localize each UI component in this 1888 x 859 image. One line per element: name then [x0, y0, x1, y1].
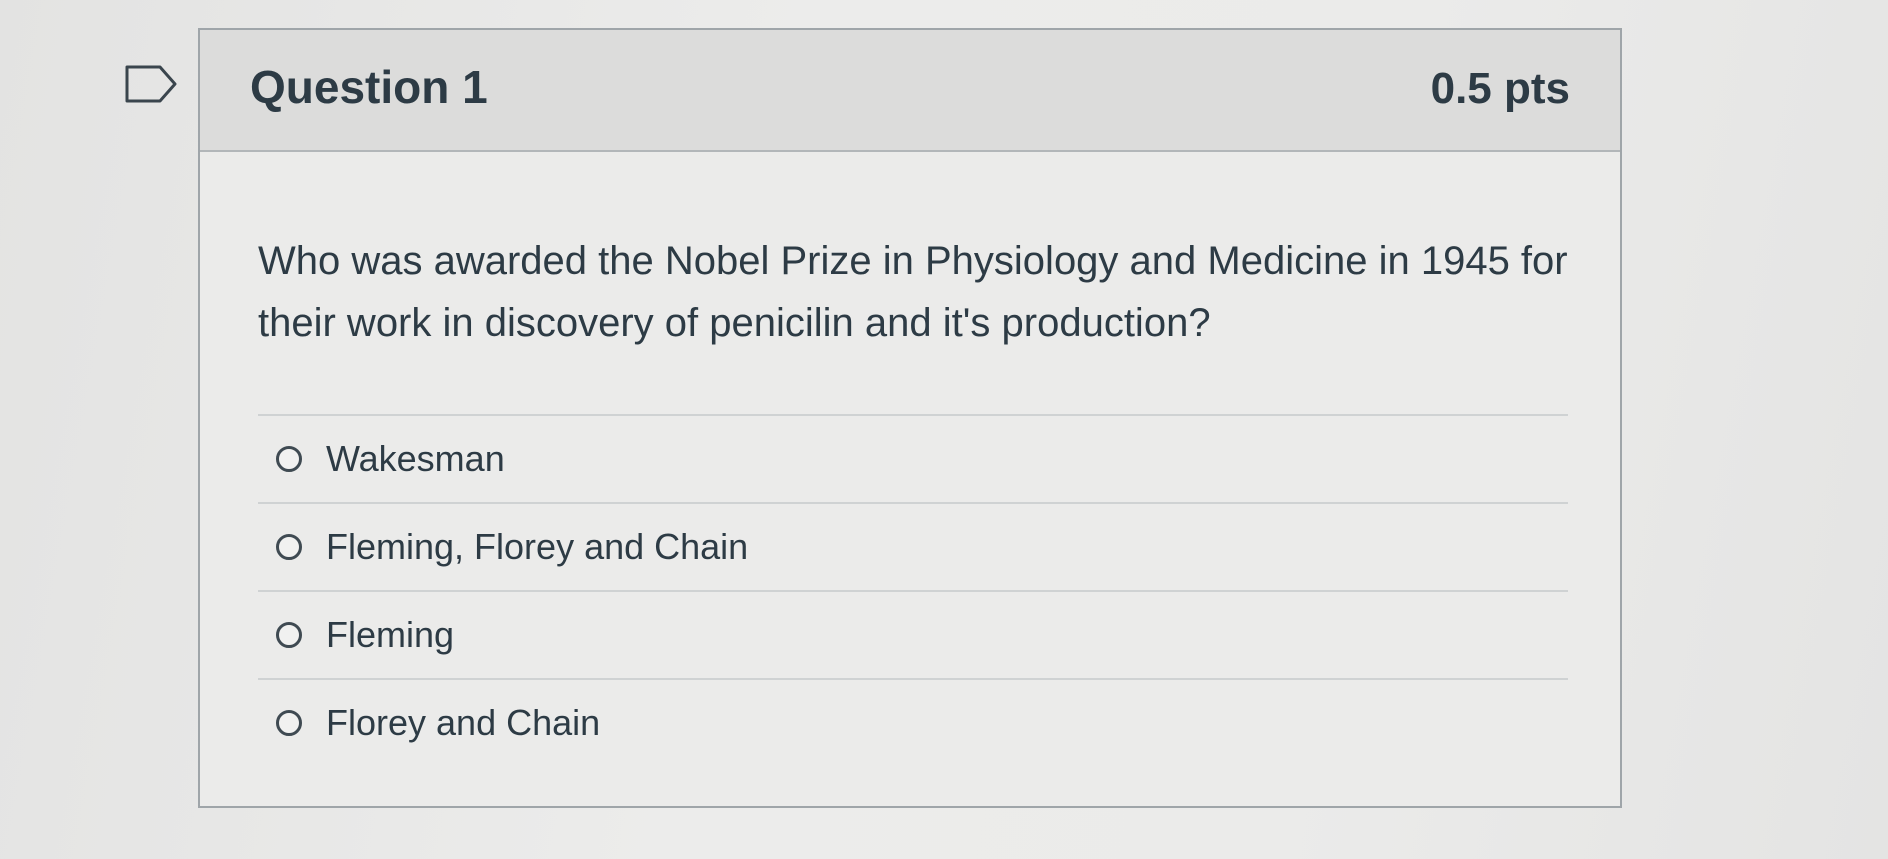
answer-option[interactable]: Wakesman [258, 416, 1568, 504]
question-card: Question 1 0.5 pts Who was awarded the N… [198, 28, 1622, 808]
radio-button[interactable] [276, 710, 302, 736]
answer-option[interactable]: Fleming [258, 592, 1568, 680]
flag-question-icon[interactable] [124, 64, 178, 104]
question-header: Question 1 0.5 pts [200, 30, 1620, 152]
answer-label: Florey and Chain [326, 702, 601, 743]
answer-list: Wakesman Fleming, Florey and Chain Flemi… [258, 414, 1568, 766]
answer-label: Wakesman [326, 438, 505, 479]
radio-button[interactable] [276, 534, 302, 560]
radio-button[interactable] [276, 622, 302, 648]
quiz-page: Question 1 0.5 pts Who was awarded the N… [0, 0, 1888, 859]
question-points: 0.5 pts [1430, 64, 1570, 113]
answer-option[interactable]: Fleming, Florey and Chain [258, 504, 1568, 592]
question-text: Who was awarded the Nobel Prize in Physi… [258, 239, 1568, 345]
question-title: Question 1 [250, 61, 488, 113]
radio-button[interactable] [276, 446, 302, 472]
answer-label: Fleming [326, 614, 455, 655]
answer-label: Fleming, Florey and Chain [326, 526, 749, 567]
answer-option[interactable]: Florey and Chain [258, 680, 1568, 766]
